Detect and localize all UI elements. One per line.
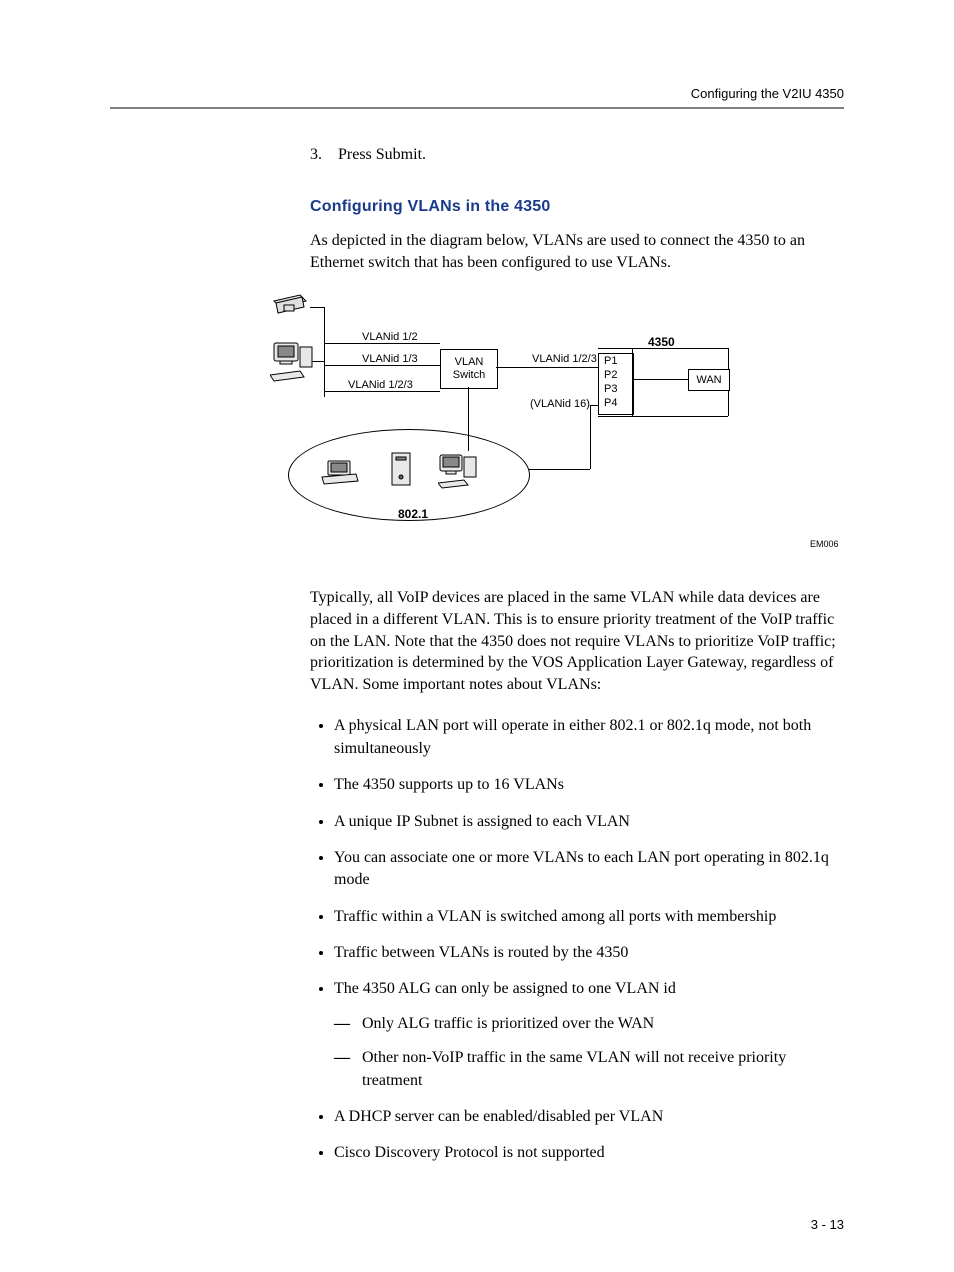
label-8021: 802.1 bbox=[398, 507, 428, 521]
desktop-pc-icon bbox=[270, 341, 316, 385]
figure-code: EM006 bbox=[810, 539, 839, 549]
sub-2: Other non-VoIP traffic in the same VLAN … bbox=[362, 1047, 844, 1092]
step-list: 3. Press Submit. bbox=[310, 143, 844, 166]
step-number: 3. bbox=[310, 143, 338, 166]
vlan-switch-l1: VLAN bbox=[441, 356, 497, 369]
desktop-icon bbox=[438, 453, 482, 493]
bullet-2: The 4350 supports up to 16 VLANs bbox=[334, 774, 844, 796]
step-text: Press Submit. bbox=[338, 143, 426, 166]
running-head: Configuring the V2IU 4350 bbox=[110, 86, 844, 101]
vlan-switch-box: VLAN Switch bbox=[440, 349, 498, 389]
label-vlan13: VLANid 1/3 bbox=[362, 353, 418, 365]
server-icon bbox=[388, 451, 416, 491]
label-vlan16: (VLANid 16) bbox=[530, 398, 590, 410]
vlan-switch-l2: Switch bbox=[441, 369, 497, 382]
label-4350: 4350 bbox=[648, 335, 675, 349]
vlan-diagram: VLANid 1/2 VLANid 1/3 VLANid 1/2/3 VLAN … bbox=[270, 293, 840, 563]
bullet-3: A unique IP Subnet is assigned to each V… bbox=[334, 811, 844, 833]
bullet-5: Traffic within a VLAN is switched among … bbox=[334, 906, 844, 928]
page-number: 3 - 13 bbox=[110, 1217, 844, 1232]
header-rule bbox=[110, 107, 844, 109]
section-title: Configuring VLANs in the 4350 bbox=[310, 198, 844, 216]
sub-1: Only ALG traffic is prioritized over the… bbox=[362, 1013, 844, 1035]
bullet-7: The 4350 ALG can only be assigned to one… bbox=[334, 978, 844, 1092]
sub-list: Only ALG traffic is prioritized over the… bbox=[334, 1013, 844, 1092]
bullet-1: A physical LAN port will operate in eith… bbox=[334, 715, 844, 760]
bullet-6: Traffic between VLANs is routed by the 4… bbox=[334, 942, 844, 964]
wan-label: WAN bbox=[689, 374, 729, 386]
label-vlan123-mid: VLANid 1/2/3 bbox=[532, 353, 597, 365]
wan-box: WAN bbox=[688, 369, 730, 391]
bullet-8: A DHCP server can be enabled/disabled pe… bbox=[334, 1106, 844, 1128]
ip-phone-icon bbox=[270, 293, 310, 323]
step-3: 3. Press Submit. bbox=[310, 143, 844, 166]
intro-paragraph: As depicted in the diagram below, VLANs … bbox=[310, 230, 844, 273]
bullet-list: A physical LAN port will operate in eith… bbox=[318, 715, 844, 1164]
bullet-7-text: The 4350 ALG can only be assigned to one… bbox=[334, 980, 676, 997]
bullet-9: Cisco Discovery Protocol is not supporte… bbox=[334, 1142, 844, 1164]
bullet-4: You can associate one or more VLANs to e… bbox=[334, 847, 844, 892]
laptop-icon bbox=[320, 459, 360, 489]
label-vlan123-left: VLANid 1/2/3 bbox=[348, 379, 413, 391]
para-typically: Typically, all VoIP devices are placed i… bbox=[310, 587, 844, 695]
label-vlan12: VLANid 1/2 bbox=[362, 331, 418, 343]
